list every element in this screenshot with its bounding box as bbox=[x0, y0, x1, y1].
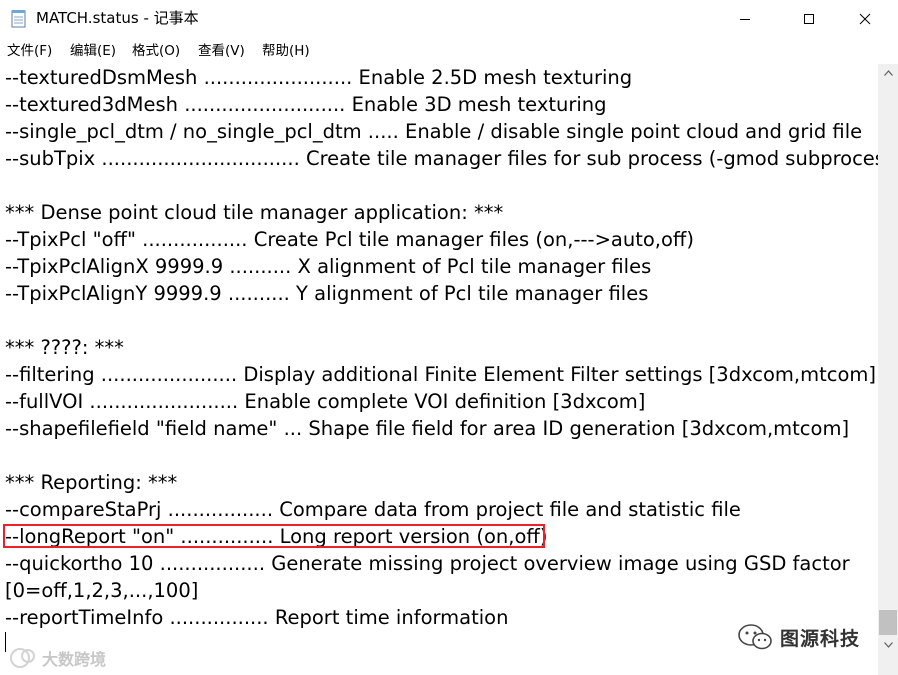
text-line: --TpixPclAlignY 9999.9 .......... Y alig… bbox=[5, 282, 649, 305]
text-caret bbox=[5, 632, 6, 652]
scrollbar-thumb[interactable] bbox=[879, 610, 897, 635]
scroll-down-button[interactable] bbox=[878, 636, 898, 653]
text-line: --compareStaPrj ................. Compar… bbox=[5, 498, 741, 521]
notepad-window: MATCH.status - 记事本 文件(F) 编辑(E) 格式(O) 查看(… bbox=[0, 0, 898, 675]
watermark-logo-icon bbox=[10, 648, 35, 668]
maximize-button[interactable] bbox=[786, 0, 832, 38]
scroll-up-button[interactable] bbox=[878, 64, 898, 81]
vertical-scrollbar[interactable] bbox=[878, 64, 898, 653]
title-bar[interactable]: MATCH.status - 记事本 bbox=[0, 0, 898, 38]
text-line: *** ????: *** bbox=[5, 336, 124, 359]
watermark-right-text: 图源科技 bbox=[780, 627, 861, 650]
text-line: --quickortho 10 ................. Genera… bbox=[5, 552, 850, 575]
text-content: --texturedDsmMesh ......................… bbox=[5, 64, 878, 629]
watermark-left: 大数跨境 bbox=[8, 646, 106, 670]
text-line: --reportTimeInfo ................ Report… bbox=[5, 606, 509, 629]
wechat-icon bbox=[738, 624, 772, 650]
close-icon bbox=[859, 13, 871, 25]
text-line: [0=off,1,2,3,...,100] bbox=[5, 579, 199, 602]
text-line: --subTpix ..............................… bbox=[5, 147, 878, 170]
menu-file[interactable]: 文件(F) bbox=[7, 41, 52, 61]
menu-help[interactable]: 帮助(H) bbox=[262, 41, 310, 61]
text-line: *** Dense point cloud tile manager appli… bbox=[5, 201, 504, 224]
text-line: --fullVOI ........................ Enabl… bbox=[5, 390, 646, 413]
text-line: --single_pcl_dtm / no_single_pcl_dtm ...… bbox=[5, 120, 863, 143]
text-line: --filtering ...................... Displ… bbox=[5, 363, 877, 386]
text-line: --textured3dMesh .......................… bbox=[5, 93, 607, 116]
menu-format[interactable]: 格式(O) bbox=[132, 41, 180, 61]
text-editor-area[interactable]: --texturedDsmMesh ......................… bbox=[0, 64, 878, 675]
maximize-icon bbox=[804, 14, 814, 24]
menu-view[interactable]: 查看(V) bbox=[198, 41, 245, 61]
chevron-up-icon bbox=[883, 69, 893, 76]
notepad-app-icon bbox=[11, 9, 27, 28]
text-line: --shapefilefield "field name" ... Shape … bbox=[5, 417, 850, 440]
minimize-icon bbox=[740, 19, 750, 20]
minimize-button[interactable] bbox=[722, 0, 768, 38]
text-line: --texturedDsmMesh ......................… bbox=[5, 66, 633, 89]
close-button[interactable] bbox=[842, 0, 888, 38]
text-line-highlighted: --longReport "on" ............... Long r… bbox=[5, 525, 548, 548]
text-line: --TpixPclAlignX 9999.9 .......... X alig… bbox=[5, 255, 652, 278]
chevron-down-icon bbox=[883, 641, 893, 648]
menu-bar: 文件(F) 编辑(E) 格式(O) 查看(V) 帮助(H) bbox=[0, 38, 898, 64]
text-line: *** Reporting: *** bbox=[5, 471, 178, 494]
resize-corner[interactable] bbox=[878, 653, 898, 675]
text-line: --TpixPcl "off" ................. Create… bbox=[5, 228, 694, 251]
watermark-right: 图源科技 bbox=[736, 622, 860, 652]
menu-edit[interactable]: 编辑(E) bbox=[70, 41, 116, 61]
window-title: MATCH.status - 记事本 bbox=[36, 9, 199, 27]
watermark-left-text: 大数跨境 bbox=[42, 650, 107, 669]
